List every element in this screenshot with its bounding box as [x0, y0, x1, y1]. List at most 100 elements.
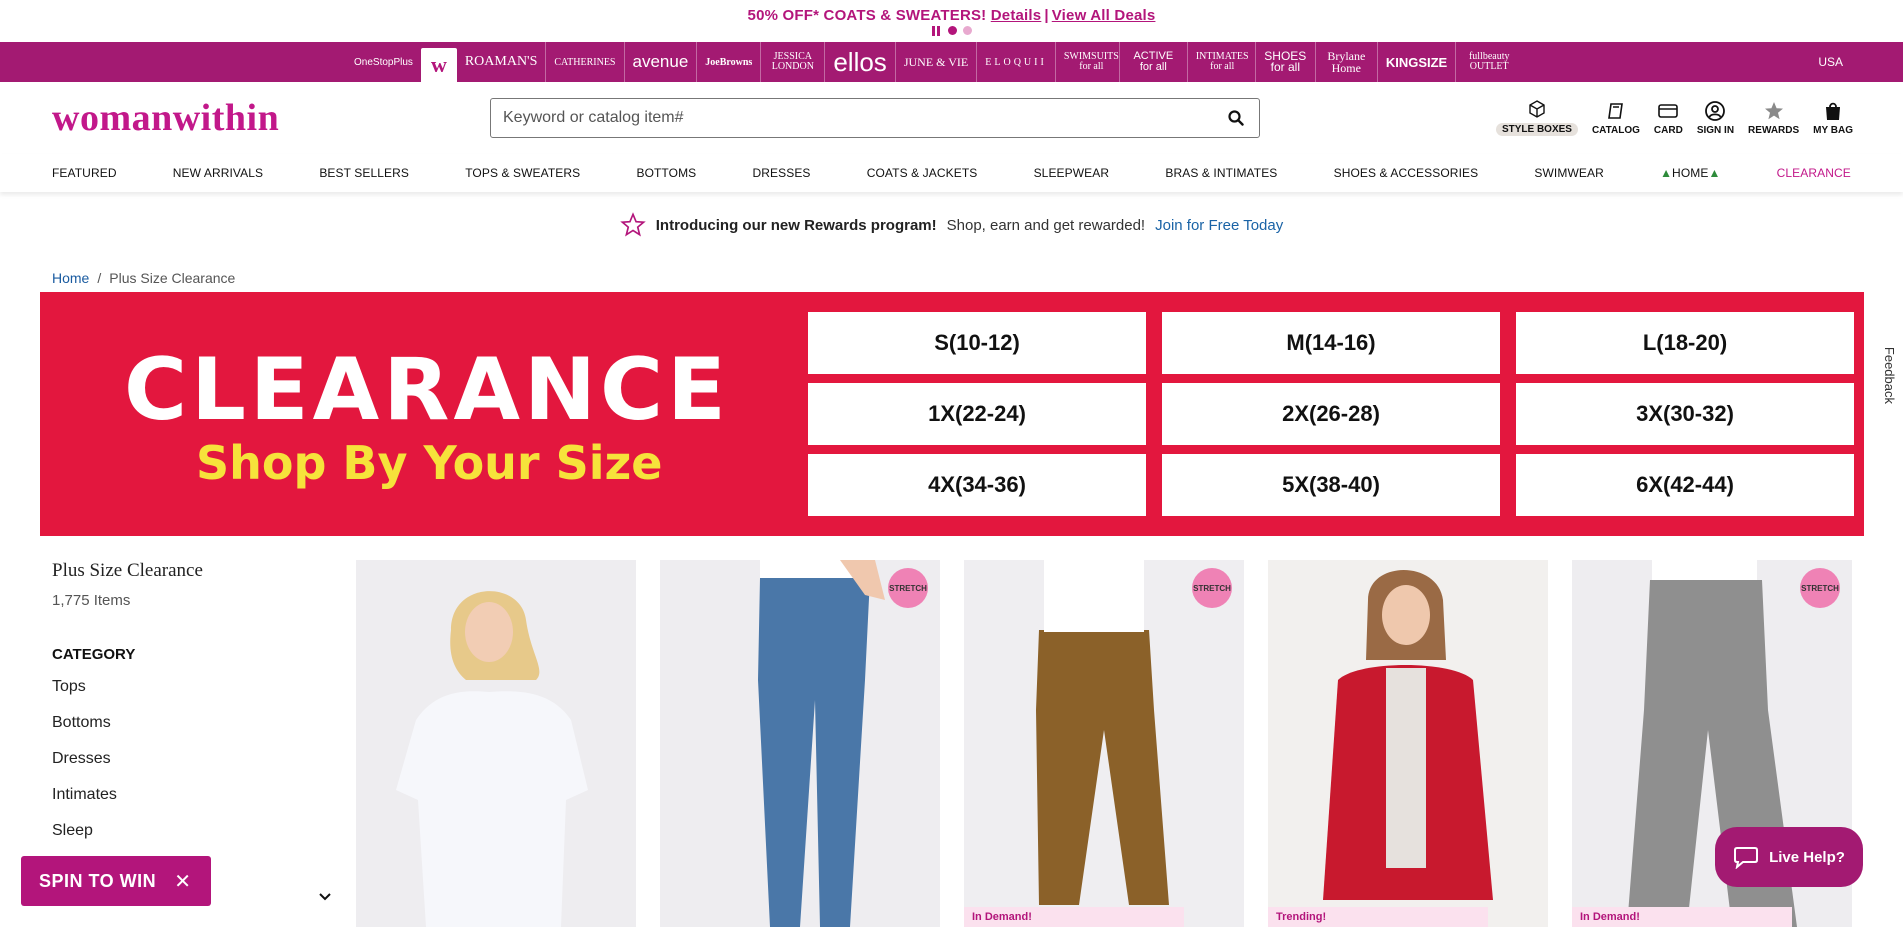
product-card[interactable]: Trending! — [1268, 560, 1548, 927]
brand-avenue[interactable]: avenue — [625, 42, 698, 82]
size-button-1x[interactable]: 1X(22-24) — [808, 383, 1146, 445]
size-button-3x[interactable]: 3X(30-32) — [1516, 383, 1854, 445]
card-button[interactable]: CARD — [1654, 100, 1683, 136]
brand-active[interactable]: ACTIVE for all — [1120, 42, 1188, 82]
chat-bubble-icon — [1734, 847, 1759, 869]
nav-clearance[interactable]: CLEARANCE — [1777, 166, 1851, 180]
promo-view-deals-link[interactable]: View All Deals — [1052, 7, 1156, 24]
breadcrumb-home[interactable]: Home — [52, 270, 89, 286]
listing-title: Plus Size Clearance — [52, 560, 203, 581]
rewards-label: REWARDS — [1748, 125, 1800, 136]
catalog-button[interactable]: CATALOG — [1592, 100, 1640, 136]
my-bag-button[interactable]: MY BAG — [1813, 100, 1853, 136]
brand-womanwithin[interactable]: w — [420, 48, 457, 82]
brand-jessica-london[interactable]: JESSICA LONDON — [761, 42, 826, 82]
nav-tops-sweaters[interactable]: TOPS & SWEATERS — [465, 166, 580, 180]
size-button-4x[interactable]: 4X(34-36) — [808, 454, 1146, 516]
size-button-m[interactable]: M(14-16) — [1162, 312, 1500, 374]
category-sleep[interactable]: Sleep — [52, 816, 117, 852]
brand-swimsuits[interactable]: SWIMSUITS for all — [1056, 42, 1120, 82]
card-label: CARD — [1653, 125, 1683, 136]
product-card[interactable]: STRETCH — [660, 560, 940, 927]
pause-icon[interactable] — [931, 25, 942, 36]
brand-ellos[interactable]: ellos — [825, 42, 896, 82]
catalog-icon — [1608, 103, 1623, 119]
brand-onestopplus[interactable]: OneStopPlus — [346, 42, 421, 82]
promo-carousel-controls — [931, 25, 972, 36]
size-button-2x[interactable]: 2X(26-28) — [1162, 383, 1500, 445]
product-card[interactable]: STRETCH In Demand! — [964, 560, 1244, 927]
nav-dresses[interactable]: DRESSES — [752, 166, 810, 180]
category-bottoms[interactable]: Bottoms — [52, 708, 117, 744]
brand-eloquii[interactable]: ELOQUII — [977, 42, 1056, 82]
size-button-6x[interactable]: 6X(42-44) — [1516, 454, 1854, 516]
sign-in-button[interactable]: SIGN IN — [1697, 100, 1734, 136]
nav-bottoms[interactable]: BOTTOMS — [636, 166, 696, 180]
style-boxes-button[interactable]: STYLE BOXES — [1495, 98, 1578, 136]
nav-home[interactable]: ▲HOME▲ — [1660, 166, 1720, 180]
brand-fullbeauty-outlet[interactable]: fullbeauty OUTLET — [1456, 42, 1522, 82]
demand-tag: In Demand! — [964, 907, 1184, 927]
size-grid: S(10-12) M(14-16) L(18-20) 1X(22-24) 2X(… — [808, 312, 1854, 516]
rewards-join-link[interactable]: Join for Free Today — [1155, 217, 1283, 234]
trending-tag: Trending! — [1268, 907, 1488, 927]
live-help-button[interactable]: Live Help? — [1715, 827, 1863, 887]
size-button-5x[interactable]: 5X(38-40) — [1162, 454, 1500, 516]
live-help-label: Live Help? — [1769, 848, 1845, 866]
nav-best-sellers[interactable]: BEST SELLERS — [319, 166, 409, 180]
stretch-badge: STRETCH — [1800, 568, 1840, 608]
category-tops[interactable]: Tops — [52, 672, 117, 708]
nav-shoes-accessories[interactable]: SHOES & ACCESSORIES — [1334, 166, 1479, 180]
category-dresses[interactable]: Dresses — [52, 744, 117, 780]
star-icon — [1764, 102, 1783, 120]
item-count: 1,775 Items — [52, 592, 131, 609]
carousel-dot[interactable] — [947, 26, 957, 35]
promo-bar: 50% OFF* COATS & SWEATERS! Details | View … — [0, 0, 1903, 42]
brand-roamans[interactable]: ROAMAN'S — [457, 42, 547, 82]
brand-joebrowns[interactable]: JoeBrowns — [697, 42, 762, 82]
rewards-button[interactable]: REWARDS — [1748, 100, 1799, 136]
close-icon[interactable]: ✕ — [174, 869, 191, 894]
brand-shoes[interactable]: SHOES for all — [1256, 42, 1316, 82]
demand-tag: In Demand! — [1572, 907, 1792, 927]
search-bar — [490, 98, 1260, 138]
breadcrumb-current: Plus Size Clearance — [109, 270, 236, 286]
feedback-tab[interactable]: Feedback — [1882, 347, 1897, 404]
stretch-badge: STRETCH — [1192, 568, 1232, 608]
chevron-down-icon[interactable] — [318, 892, 332, 902]
country-selector[interactable]: USA — [1818, 55, 1843, 69]
nav-new-arrivals[interactable]: NEW ARRIVALS — [173, 166, 263, 180]
promo-details-link[interactable]: Details — [991, 7, 1042, 24]
brand-intimates[interactable]: INTIMATES for all — [1188, 42, 1256, 82]
nav-sleepwear[interactable]: SLEEPWEAR — [1034, 166, 1110, 180]
main-nav: FEATURED NEW ARRIVALS BEST SELLERS TOPS … — [0, 154, 1903, 192]
size-button-l[interactable]: L(18-20) — [1516, 312, 1854, 374]
carousel-dot[interactable] — [962, 26, 972, 35]
spin-to-win-button[interactable]: SPIN TO WIN ✕ — [21, 856, 211, 906]
star-outline-icon — [620, 212, 646, 237]
credit-card-icon — [1658, 104, 1679, 118]
product-image — [964, 560, 1244, 927]
nav-bras-intimates[interactable]: BRAS & INTIMATES — [1165, 166, 1277, 180]
search-icon[interactable] — [1225, 107, 1247, 129]
rewards-headline: Introducing our new Rewards program! — [655, 216, 937, 234]
brand-kingsize[interactable]: KINGSIZE — [1378, 42, 1457, 82]
category-intimates[interactable]: Intimates — [52, 780, 117, 816]
rewards-text: Shop, earn and get rewarded! — [946, 216, 1146, 234]
clearance-hero-banner: CLEARANCE Shop By Your Size S(10-12) M(1… — [40, 292, 1864, 536]
nav-featured[interactable]: FEATURED — [52, 166, 117, 180]
brand-brylane-home[interactable]: Brylane Home — [1316, 42, 1378, 82]
brand-catherines[interactable]: CATHERINES — [546, 42, 625, 82]
product-card[interactable] — [356, 560, 636, 927]
search-input[interactable] — [503, 109, 1225, 127]
utility-nav: STYLE BOXES CATALOG CARD SIGN IN REWARDS… — [1495, 98, 1853, 136]
size-button-s[interactable]: S(10-12) — [808, 312, 1146, 374]
nav-swimwear[interactable]: SWIMWEAR — [1534, 166, 1603, 180]
brand-bar: OneStopPlus w ROAMAN'S CATHERINES avenue… — [0, 42, 1903, 82]
brand-june-vie[interactable]: JUNE & VIE — [896, 42, 978, 82]
breadcrumb-separator: / — [97, 270, 102, 286]
product-image — [396, 591, 588, 927]
nav-coats-jackets[interactable]: COATS & JACKETS — [867, 166, 978, 180]
box-icon — [1529, 100, 1545, 118]
site-logo[interactable]: womanwithin — [52, 96, 279, 140]
